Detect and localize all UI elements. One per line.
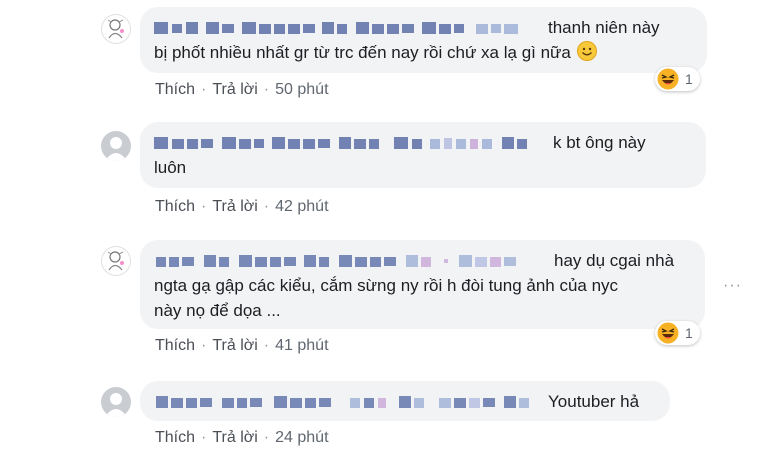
avatar[interactable] [101,246,131,276]
comment-bubble: Youtuber hả [140,381,670,421]
author-name[interactable] [154,135,549,151]
comment-actions: Thích · Trả lời · 42 phút [155,198,329,216]
reply-link[interactable]: Trả lời [212,337,257,354]
comment-text-line1: thanh niên này [548,18,660,38]
timestamp[interactable]: 42 phút [275,198,328,215]
comment-actions: Thích · Trả lời · 41 phút [155,337,329,355]
comment-bubble: k bt ông này luôn [140,122,706,188]
comment-bubble: thanh niên này bị phốt nhiều nhất gr từ … [140,7,707,73]
comment-actions: Thích · Trả lời · 24 phút [155,429,329,447]
timestamp[interactable]: 24 phút [275,429,328,446]
comment-text-line1: k bt ông này [553,133,646,153]
comment-text-line1: Youtuber hả [548,392,640,412]
timestamp[interactable]: 41 phút [275,337,328,354]
comment-text-line2: bị phốt nhiều nhất gr từ trc đến nay rồi… [154,43,571,63]
like-link[interactable]: Thích [155,198,195,215]
smile-emoji-icon [576,41,597,62]
reaction-count: 1 [685,71,693,87]
separator-dot: · [201,429,207,446]
author-name[interactable] [154,20,544,36]
reply-link[interactable]: Trả lời [212,81,257,98]
separator-dot: · [263,81,270,98]
haha-reaction-icon [657,68,679,90]
avatar-default[interactable] [101,131,131,161]
separator-dot: · [263,198,270,215]
comment-bubble: hay dụ cgai nhà ngta gạ gập các kiểu, cắ… [140,240,705,329]
reaction-summary[interactable]: 1 [655,321,700,345]
avatar[interactable] [101,14,131,44]
reply-link[interactable]: Trả lời [212,429,257,446]
avatar-default[interactable] [101,387,131,417]
comment-text-line1: hay dụ cgai nhà [554,251,675,271]
comment-text-line3: này nọ để dọa ... [154,301,281,321]
separator-dot: · [201,337,207,354]
comment-actions: Thích · Trả lời · 50 phút [155,81,329,99]
haha-reaction-icon [657,322,679,344]
more-options-icon[interactable]: ··· [723,277,742,295]
comment-text-line2: ngta gạ gập các kiểu, cắm sừng ny rồi h … [154,276,619,296]
like-link[interactable]: Thích [155,429,195,446]
timestamp[interactable]: 50 phút [275,81,328,98]
reply-link[interactable]: Trả lời [212,198,257,215]
like-link[interactable]: Thích [155,337,195,354]
separator-dot: · [201,198,207,215]
comment-text-line2: luôn [154,158,187,178]
separator-dot: · [201,81,207,98]
author-name[interactable] [154,394,544,410]
author-name[interactable] [154,253,550,269]
reaction-count: 1 [685,325,693,341]
separator-dot: · [263,337,270,354]
reaction-summary[interactable]: 1 [655,67,700,91]
separator-dot: · [263,429,270,446]
like-link[interactable]: Thích [155,81,195,98]
